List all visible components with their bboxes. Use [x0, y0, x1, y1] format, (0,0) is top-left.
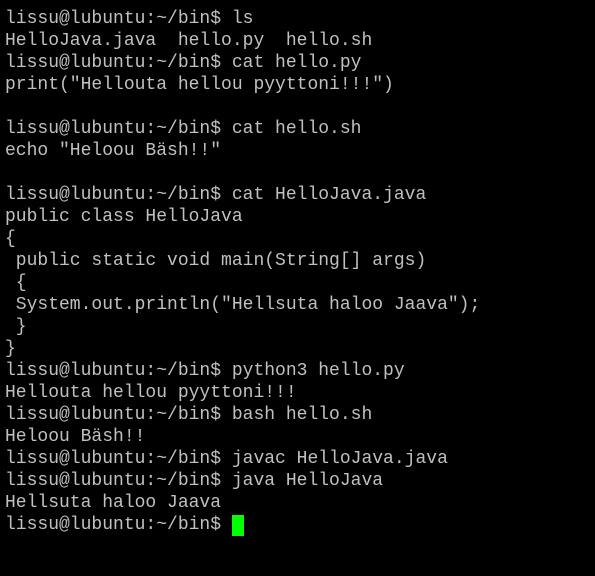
terminal-line: lissu@lubuntu:~/bin$ python3 hello.py [5, 361, 405, 381]
terminal-line: { [5, 229, 16, 249]
terminal-line: Hellouta hellou pyyttoni!!! [5, 383, 297, 403]
terminal-line: echo "Heloou Bäsh!!" [5, 141, 222, 161]
terminal-line: lissu@lubuntu:~/bin$ java HelloJava [5, 471, 384, 491]
shell-prompt: lissu@lubuntu:~/bin$ [5, 515, 232, 535]
terminal-line: lissu@lubuntu:~/bin$ javac HelloJava.jav… [5, 449, 448, 469]
terminal-line: print("Hellouta hellou pyyttoni!!!") [5, 75, 394, 95]
terminal-line: lissu@lubuntu:~/bin$ cat hello.py [5, 53, 362, 73]
terminal-window[interactable]: lissu@lubuntu:~/bin$ ls HelloJava.java h… [0, 0, 595, 576]
terminal-line: { [5, 273, 27, 293]
terminal-line: lissu@lubuntu:~/bin$ cat hello.sh [5, 119, 362, 139]
terminal-line: } [5, 317, 27, 337]
terminal-line: lissu@lubuntu:~/bin$ ls [5, 9, 254, 29]
terminal-line: } [5, 339, 16, 359]
terminal-line: lissu@lubuntu:~/bin$ cat HelloJava.java [5, 185, 427, 205]
terminal-line: System.out.println("Hellsuta haloo Jaava… [5, 295, 481, 315]
text-cursor [231, 515, 244, 536]
terminal-line: public static void main(String[] args) [5, 251, 427, 271]
terminal-line: lissu@lubuntu:~/bin$ bash hello.sh [5, 405, 373, 425]
terminal-line: HelloJava.java hello.py hello.sh [5, 31, 373, 51]
prompt-line[interactable]: lissu@lubuntu:~/bin$ [5, 514, 595, 536]
terminal-line: public class HelloJava [5, 207, 243, 227]
terminal-line: Hellsuta haloo Jaava [5, 493, 222, 513]
terminal-line: Heloou Bäsh!! [5, 427, 146, 447]
